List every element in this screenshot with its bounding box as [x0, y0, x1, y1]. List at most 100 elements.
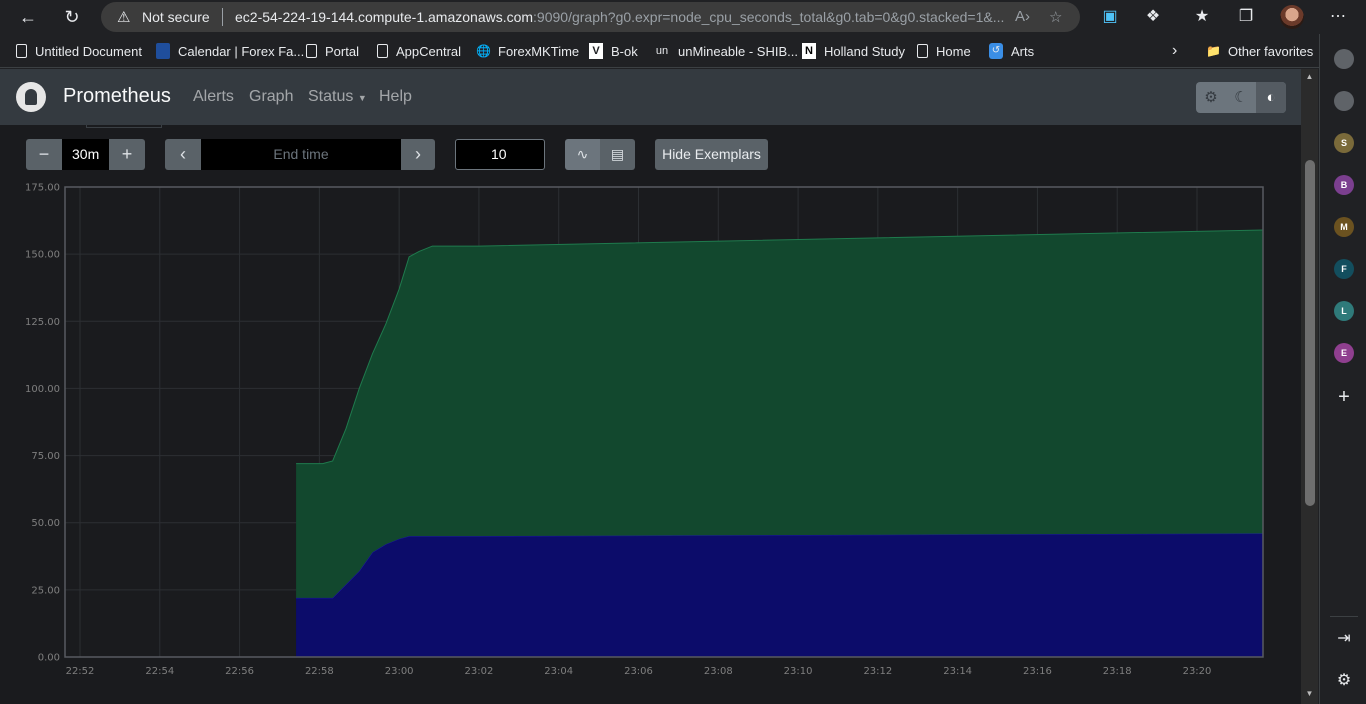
range-input[interactable]: 30m — [62, 139, 109, 170]
caret-down-icon: ▼ — [357, 93, 367, 103]
bookmark-label: Other favorites — [1228, 43, 1314, 59]
bookmark-other-favorites[interactable]: 📁 Other favorites — [1206, 42, 1313, 60]
add-favorite-icon[interactable]: ☆ — [1049, 8, 1062, 26]
page-scrollbar[interactable]: ▲ ▼ — [1301, 69, 1318, 704]
bookmark-unmineable[interactable]: un unMineable - SHIB... — [654, 42, 798, 60]
collections-icon[interactable]: ❐ — [1234, 6, 1258, 28]
document-icon — [377, 44, 388, 58]
back-icon[interactable]: ← — [14, 4, 42, 30]
sidebar-app-2[interactable] — [1334, 91, 1354, 111]
x-tick-label: 23:08 — [704, 666, 733, 677]
address-bar[interactable]: ⚠ Not secure ec2-54-224-19-144.compute-1… — [101, 2, 1080, 32]
brand-title[interactable]: Prometheus — [63, 85, 171, 108]
read-aloud-icon[interactable]: A› — [1015, 8, 1030, 25]
bookmark-b-ok[interactable]: V B-ok — [589, 42, 638, 60]
add-icon[interactable]: + — [1333, 386, 1355, 409]
favorites-icon[interactable]: ★ — [1190, 6, 1214, 28]
scroll-thumb[interactable] — [1305, 160, 1315, 506]
scroll-up-icon[interactable]: ▲ — [1303, 72, 1316, 81]
sidebar-divider — [1330, 616, 1358, 617]
bookmark-label: ForexMKTime — [498, 43, 580, 59]
scroll-down-icon[interactable]: ▼ — [1303, 689, 1316, 698]
x-tick-label: 23:00 — [385, 666, 414, 677]
address-divider — [222, 8, 223, 26]
sidebar-profile-f[interactable]: F — [1334, 259, 1354, 279]
bookmark-untitled-document[interactable]: Untitled Document — [16, 42, 142, 60]
extension-app-icon[interactable]: ▣ — [1098, 6, 1122, 28]
bookmark-arts[interactable]: ↺ Arts — [989, 42, 1034, 60]
end-time-control: ‹ End time › — [165, 139, 435, 170]
not-secure-label[interactable]: Not secure — [142, 9, 210, 25]
x-tick-label: 23:16 — [1023, 666, 1052, 677]
prometheus-logo-icon[interactable] — [16, 82, 46, 112]
series-area-0 — [296, 533, 1264, 657]
contrast-icon[interactable]: ◐ — [1256, 82, 1286, 113]
y-axis: 0.00 25.00 50.00 75.00 100.00 125.00 150.00 175… — [25, 183, 60, 664]
x-tick-label: 23:02 — [465, 666, 494, 677]
x-tick-label: 23:10 — [784, 666, 813, 677]
chevron-left-icon[interactable]: ‹ — [165, 139, 201, 170]
nav-alerts[interactable]: Alerts — [193, 88, 234, 106]
bookmark-calendar[interactable]: Calendar | Forex Fa... — [156, 42, 304, 60]
chart-series — [296, 229, 1264, 657]
x-tick-label: 23:18 — [1103, 666, 1132, 677]
sidebar-app-1[interactable] — [1334, 49, 1354, 69]
theme-toggle-group: ⚙ ☾ ◐ — [1196, 82, 1286, 113]
stacked-area-chart[interactable]: 0.00 25.00 50.00 75.00 100.00 125.00 150.00 175… — [0, 177, 1301, 704]
document-icon — [306, 44, 317, 58]
y-tick-label: 50.00 — [31, 518, 60, 529]
chevron-right-icon[interactable]: › — [401, 139, 435, 170]
x-tick-label: 23:06 — [624, 666, 653, 677]
sidebar-profile-m[interactable]: M — [1334, 217, 1354, 237]
arts-favicon: ↺ — [989, 43, 1003, 59]
refresh-icon[interactable]: ↻ — [58, 4, 86, 30]
moon-icon[interactable]: ☾ — [1226, 82, 1256, 113]
x-tick-label: 23:14 — [943, 666, 972, 677]
bookmark-label: Arts — [1011, 43, 1035, 59]
range-control: − 30m + — [26, 139, 145, 170]
folder-icon: 📁 — [1206, 44, 1221, 58]
profile-avatar[interactable] — [1280, 5, 1304, 29]
sidebar-profile-l[interactable]: L — [1334, 301, 1354, 321]
n-favicon: N — [802, 43, 816, 59]
bookmark-holland-study[interactable]: N Holland Study — [802, 42, 905, 60]
settings-icon[interactable]: ⚙ — [1333, 670, 1355, 690]
bookmark-appcentral[interactable]: AppCentral — [377, 42, 461, 60]
document-icon — [917, 44, 928, 58]
line-chart-icon[interactable]: ∿ — [565, 139, 600, 170]
bookmark-label: Calendar | Forex Fa... — [178, 43, 305, 59]
url-text[interactable]: ec2-54-224-19-144.compute-1.amazonaws.co… — [235, 9, 1005, 25]
collapse-sidebar-icon[interactable]: ⇥ — [1333, 628, 1355, 648]
edge-sidebar: S B M F L E + ⇥ ⚙ — [1319, 34, 1366, 704]
nav-help[interactable]: Help — [379, 88, 412, 106]
bookmark-label: AppCentral — [396, 43, 462, 59]
graph-area[interactable]: 0.00 25.00 50.00 75.00 100.00 125.00 150.00 175… — [0, 177, 1301, 704]
end-time-input[interactable]: End time — [201, 139, 401, 170]
bookmark-label: Home — [936, 43, 971, 59]
chevron-right-icon[interactable]: › — [1172, 42, 1177, 60]
sidebar-profile-s[interactable]: S — [1334, 133, 1354, 153]
nav-graph[interactable]: Graph — [249, 88, 293, 106]
more-menu-icon[interactable]: ⋯ — [1326, 6, 1350, 28]
hide-exemplars-button[interactable]: Hide Exemplars — [655, 139, 768, 170]
decrease-range-button[interactable]: − — [26, 139, 62, 170]
stacked-chart-icon[interactable]: ▤ — [600, 139, 635, 170]
bookmark-portal[interactable]: Portal — [306, 42, 359, 60]
warning-icon: ⚠ — [117, 9, 131, 26]
top-navbar: Prometheus Alerts Graph Status ▼ Help ⚙ … — [0, 69, 1301, 125]
x-tick-label: 23:04 — [544, 666, 573, 677]
extensions-icon[interactable]: ❖ — [1141, 6, 1165, 28]
bookmark-forexmktime[interactable]: 🌐 ForexMKTime — [476, 42, 579, 60]
document-icon — [16, 44, 27, 58]
bookmark-home[interactable]: Home — [917, 42, 971, 60]
nav-status[interactable]: Status ▼ — [308, 88, 367, 106]
x-tick-label: 22:54 — [145, 666, 174, 677]
gear-icon[interactable]: ⚙ — [1196, 82, 1226, 113]
resolution-input[interactable]: 10 — [455, 139, 545, 170]
calendar-favicon — [156, 43, 170, 59]
increase-range-button[interactable]: + — [109, 139, 145, 170]
y-tick-label: 100.00 — [25, 384, 60, 395]
sidebar-profile-e[interactable]: E — [1334, 343, 1354, 363]
x-tick-label: 22:52 — [66, 666, 95, 677]
sidebar-profile-b[interactable]: B — [1334, 175, 1354, 195]
